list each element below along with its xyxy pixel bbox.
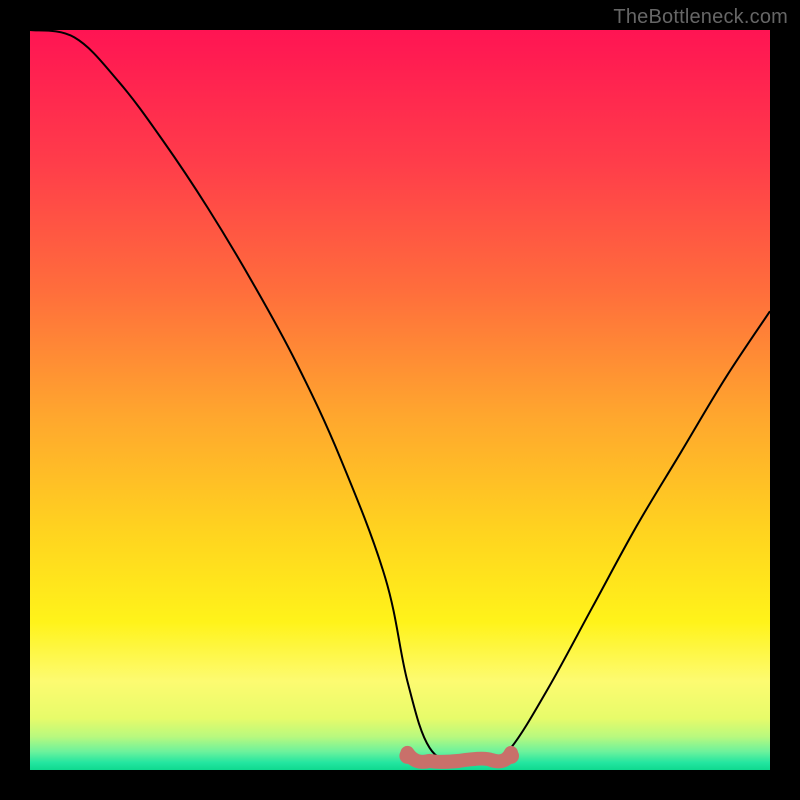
watermark-text: TheBottleneck.com (613, 6, 788, 29)
chart-container: TheBottleneck.com (0, 0, 800, 800)
bottleneck-chart (0, 0, 800, 800)
optimal-range-endpoint (503, 748, 519, 764)
optimal-range-endpoint (399, 748, 415, 764)
